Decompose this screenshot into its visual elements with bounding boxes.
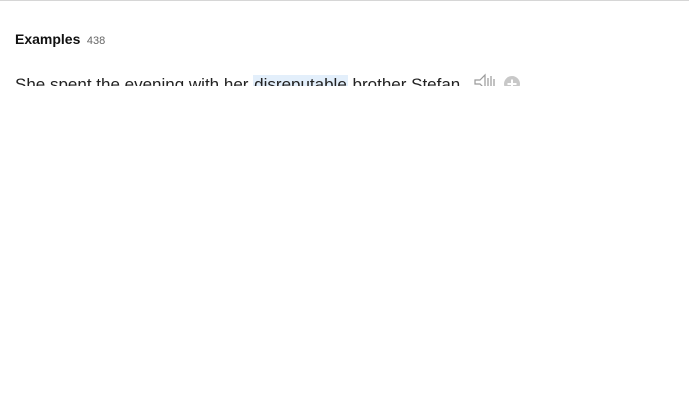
speaker-icon[interactable]: [473, 73, 497, 86]
examples-title: Examples: [15, 31, 81, 47]
add-circle-icon[interactable]: [503, 75, 521, 86]
example-sentence: She spent the evening with her disreputa…: [15, 73, 521, 86]
examples-count: 438: [86, 35, 106, 47]
examples-header: Examples 438: [15, 31, 105, 49]
examples-page: Examples 438 She spent the evening with …: [0, 0, 689, 409]
example-text-after: brother Stefan.: [347, 75, 465, 86]
example-text-before: She spent the evening with her: [15, 75, 254, 86]
example-highlight: disreputable: [253, 75, 348, 86]
example-viewport: She spent the evening with her disreputa…: [15, 65, 675, 86]
